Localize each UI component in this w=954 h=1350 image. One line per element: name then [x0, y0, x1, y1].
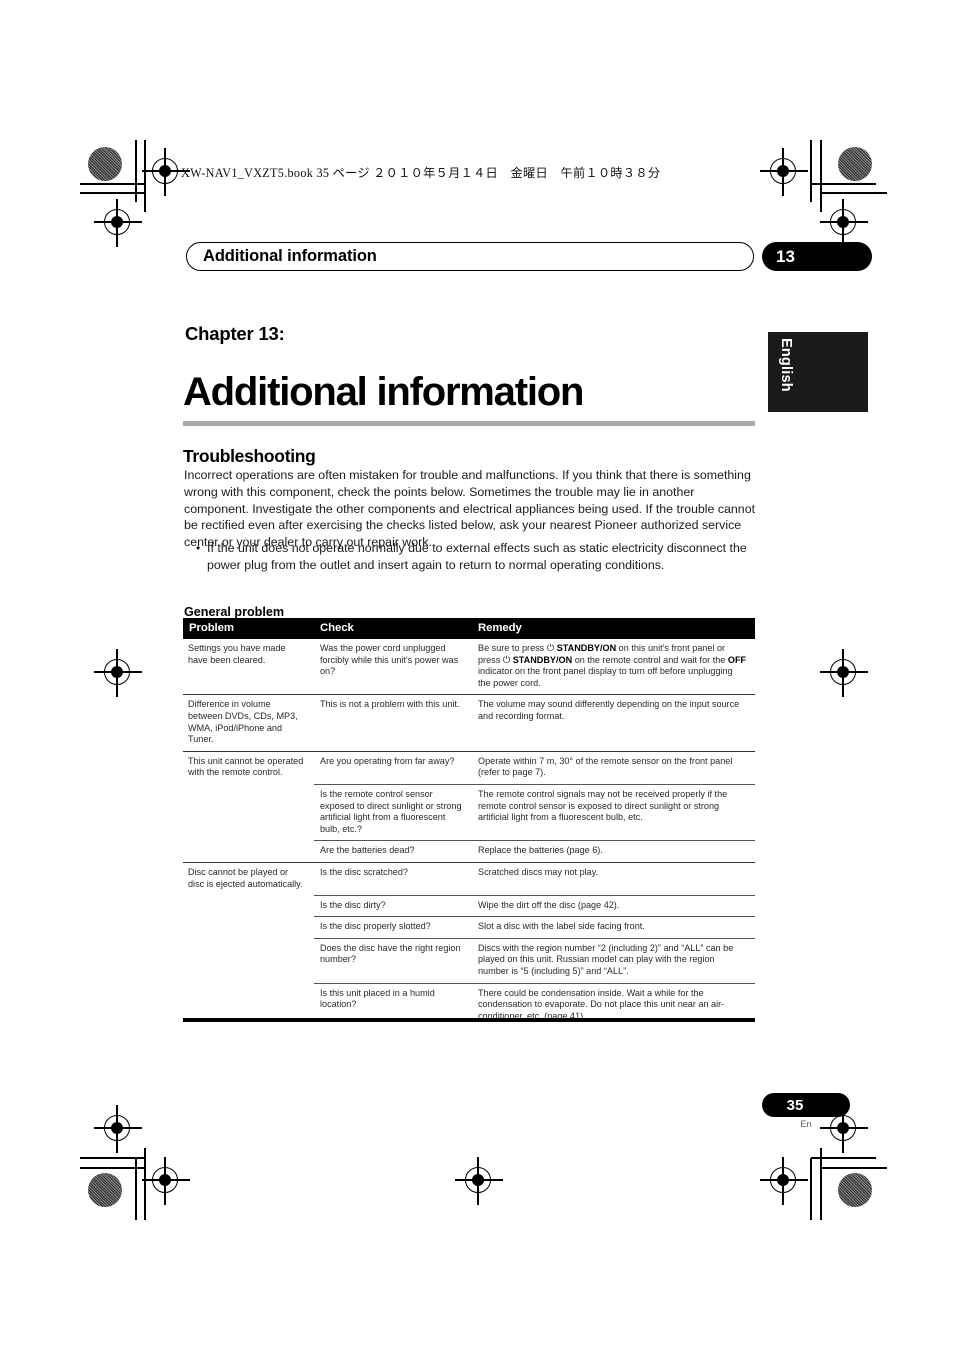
registration-mark-top-left-a: [142, 148, 190, 196]
crop-line-tr-h2: [821, 192, 887, 194]
registration-mark-left-middle: [94, 649, 142, 697]
crop-line-bl-v1: [135, 1158, 137, 1220]
crop-line-tr-h1: [811, 183, 876, 185]
cell-check: This is not a problem with this unit.: [314, 694, 472, 752]
table-row: Does the disc have the right region numb…: [183, 937, 755, 984]
cell-problem: [183, 841, 314, 863]
cell-remedy: Slot a disc with the label side facing f…: [472, 916, 755, 939]
table-row: Is the disc properly slotted? Slot a disc…: [183, 916, 755, 939]
column-header-problem: Problem: [183, 618, 314, 639]
crop-line-tr-v1: [810, 140, 812, 202]
halftone-dot-top-left: [88, 147, 122, 181]
table-header-row: Problem Check Remedy: [183, 618, 755, 639]
cell-problem: Disc cannot be played or disc is ejected…: [183, 861, 314, 896]
registration-mark-left-upper: [94, 199, 142, 247]
cell-remedy: Replace the batteries (page 6).: [472, 840, 755, 863]
page-language-code: En: [800, 1119, 812, 1130]
language-tab: English: [768, 332, 868, 412]
running-head-title: Additional information: [203, 247, 377, 265]
cell-remedy: The volume may sound differently dependi…: [472, 694, 755, 752]
cell-remedy: Scratched discs may not play.: [472, 861, 755, 896]
cell-problem: [183, 895, 314, 917]
cell-remedy: Discs with the region number “2 (includi…: [472, 937, 755, 984]
cell-check: Are you operating from far away?: [314, 750, 472, 785]
cell-check: Is the remote control sensor exposed to …: [314, 783, 472, 841]
registration-mark-bottom-right-a: [760, 1157, 808, 1205]
cell-check: Was the power cord unplugged forcibly wh…: [320, 643, 459, 677]
table-row: Are the batteries dead? Replace the batte…: [183, 840, 755, 863]
cell-problem: This unit cannot be operated with the re…: [183, 750, 314, 785]
cell-check: Is the disc dirty?: [314, 894, 472, 917]
cell-problem: Settings you have made have been cleared…: [188, 643, 286, 665]
section-rule: [183, 421, 755, 426]
running-head-bar: Additional information: [186, 242, 754, 271]
cell-problem: [183, 917, 314, 939]
section-bullet: • If the unit does not operate normally …: [196, 540, 758, 573]
column-header-check: Check: [314, 618, 472, 639]
crop-line-br-h2: [821, 1167, 887, 1169]
crop-line-tr-v2: [820, 140, 822, 212]
chapter-number-pill: 13: [762, 242, 872, 271]
halftone-dot-top-right: [838, 147, 872, 181]
cell-check: Is the disc properly slotted?: [314, 916, 472, 939]
crop-line-br-v1: [810, 1158, 812, 1220]
halftone-dot-bottom-right: [838, 1173, 872, 1207]
table-row: Difference in volume between DVDs, CDs, …: [183, 694, 755, 752]
table-body: Settings you have made have been cleared…: [183, 639, 755, 1028]
cell-problem: Difference in volume between DVDs, CDs, …: [183, 694, 314, 752]
table-row: Is the disc dirty? Wipe the dirt off the …: [183, 894, 755, 917]
crop-line-tl-h2: [80, 192, 146, 194]
crop-line-br-v2: [820, 1148, 822, 1220]
cell-check: Are the batteries dead?: [314, 840, 472, 863]
cell-check: Is the disc scratched?: [314, 861, 472, 896]
section-intro: Incorrect operations are often mistaken …: [184, 468, 756, 549]
table-row: Disc cannot be played or disc is ejected…: [183, 861, 755, 896]
column-header-remedy: Remedy: [472, 618, 755, 639]
chapter-label: Chapter 13:: [185, 323, 285, 344]
chapter-number: 13: [776, 246, 795, 266]
book-meta-line: XW-NAV1_VXZT5.book 35 ページ ２０１０年５月１４日 金曜日…: [181, 166, 661, 180]
cell-remedy: Operate within 7 m, 30° of the remote se…: [472, 750, 755, 785]
table-subheading: General problem: [184, 604, 285, 619]
registration-mark-left-lower: [94, 1105, 142, 1153]
cell-remedy: The remote control signals may not be re…: [472, 783, 755, 841]
crop-line-bl-v2: [144, 1148, 146, 1220]
cell-remedy: Be sure to press ⏻ STANDBY/ON on this un…: [478, 643, 747, 688]
registration-mark-bottom-center: [455, 1157, 503, 1205]
section-heading: Troubleshooting: [183, 445, 316, 466]
cell-check: Does the disc have the right region numb…: [314, 937, 472, 984]
cell-remedy: Wipe the dirt off the disc (page 42).: [472, 894, 755, 917]
registration-mark-bottom-left-a: [142, 1157, 190, 1205]
cell-problem: [183, 784, 314, 840]
table-row: Settings you have made have been cleared…: [183, 639, 755, 695]
registration-mark-right-upper: [820, 199, 868, 247]
table-row: This unit cannot be operated with the re…: [183, 750, 755, 785]
table-row: Is the remote control sensor exposed to …: [183, 783, 755, 841]
general-problem-table: Problem Check Remedy Settings you have m…: [183, 618, 755, 1028]
language-tab-label: English: [778, 338, 794, 392]
bullet-text: If the unit does not operate normally du…: [207, 541, 747, 572]
bullet-marker-icon: •: [196, 541, 201, 555]
crop-line-tl-v2: [144, 140, 146, 212]
cell-problem: [183, 938, 314, 983]
halftone-dot-bottom-left: [88, 1173, 122, 1207]
crop-line-tl-h1: [80, 183, 145, 185]
registration-mark-right-middle: [820, 649, 868, 697]
page-number: 35: [786, 1096, 804, 1114]
page-title: Additional information: [183, 369, 584, 414]
page-number-pill: 35: [762, 1093, 850, 1117]
registration-mark-top-right-a: [760, 148, 808, 196]
table-bottom-rule: [183, 1018, 755, 1022]
